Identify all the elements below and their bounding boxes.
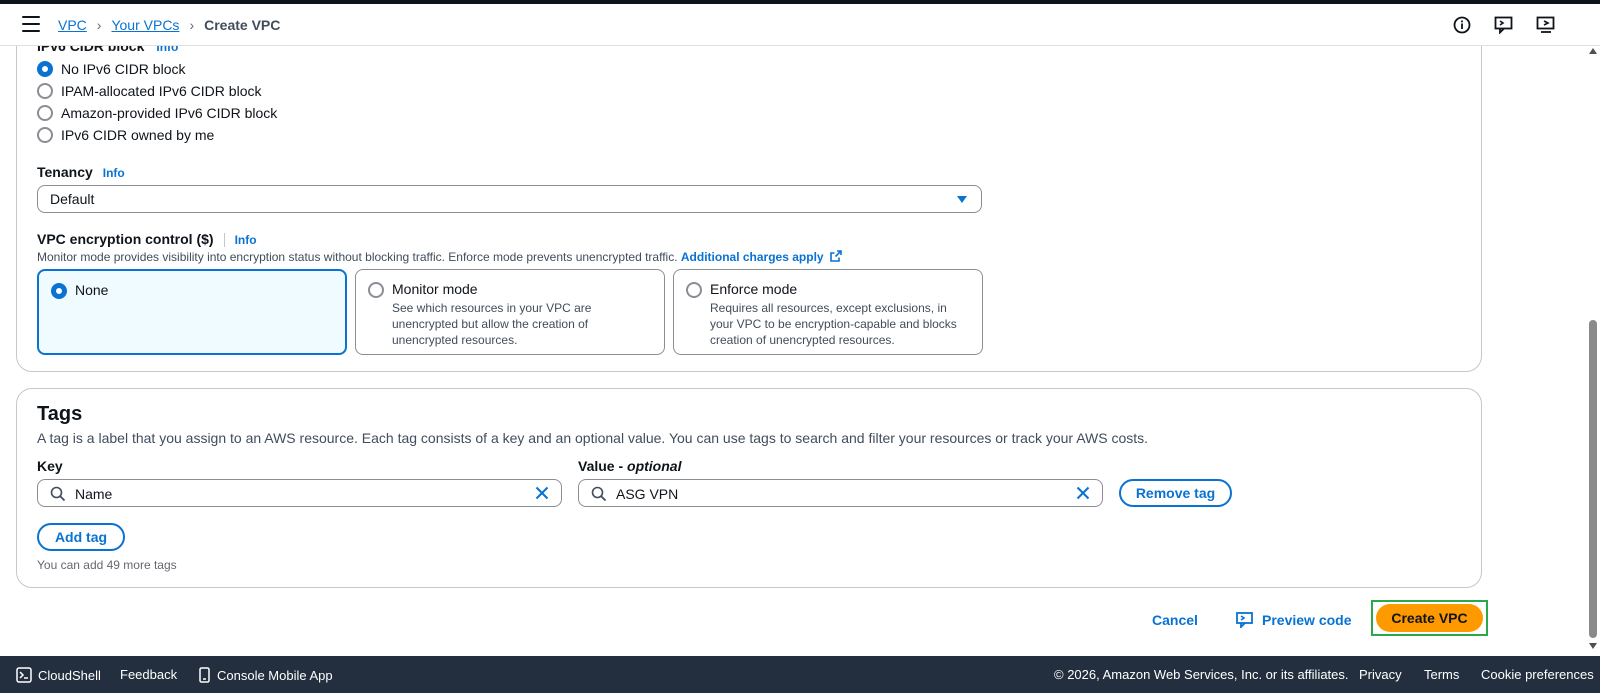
radio-unchecked[interactable] [37, 105, 53, 121]
create-vpc-button[interactable]: Create VPC [1376, 604, 1483, 632]
radio-unchecked[interactable] [368, 282, 384, 298]
chevron-right-icon: › [96, 17, 102, 33]
tenancy-label: Tenancy Info [37, 164, 125, 180]
clear-icon[interactable] [1076, 486, 1090, 500]
breadcrumb: VPC › Your VPCs › Create VPC [58, 17, 280, 33]
cancel-button[interactable]: Cancel [1152, 612, 1198, 628]
tenancy-selected-value: Default [50, 191, 95, 207]
radio-unchecked[interactable] [686, 282, 702, 298]
tile-description: See which resources in your VPC are unen… [392, 301, 592, 347]
feedback-icon[interactable] [1494, 15, 1514, 35]
tag-value-value: ASG VPN [616, 486, 679, 502]
preview-code-button[interactable]: Preview code [1236, 612, 1352, 628]
search-icon [591, 486, 607, 502]
radio-unchecked[interactable] [37, 127, 53, 143]
info-icon[interactable] [1452, 15, 1472, 35]
tags-remaining-hint: You can add 49 more tags [37, 558, 177, 572]
copyright-text: © 2026, Amazon Web Services, Inc. or its… [1054, 667, 1349, 682]
tag-key-value: Name [75, 486, 113, 502]
privacy-link[interactable]: Privacy [1359, 667, 1402, 682]
encryption-tile-none[interactable]: None [37, 269, 347, 355]
header-overlay: VPC › Your VPCs › Create VPC [0, 4, 1600, 46]
tile-title: Monitor mode [392, 281, 478, 297]
feedback-link[interactable]: Feedback [120, 667, 177, 682]
remove-tag-button[interactable]: Remove tag [1119, 479, 1232, 507]
tag-value-input[interactable]: ASG VPN [578, 479, 1103, 507]
ipv6-option-ipam[interactable]: IPAM-allocated IPv6 CIDR block [37, 83, 261, 99]
scroll-up-icon[interactable] [1589, 48, 1597, 54]
encryption-label: VPC encryption control ($) Info [37, 231, 257, 248]
radio-label: IPv6 CIDR owned by me [61, 127, 215, 143]
radio-label: No IPv6 CIDR block [61, 61, 186, 77]
radio-unchecked[interactable] [37, 83, 53, 99]
radio-label: Amazon-provided IPv6 CIDR block [61, 105, 278, 121]
external-link-icon [830, 250, 842, 262]
breadcrumb-vpc[interactable]: VPC [58, 17, 87, 33]
tags-description: A tag is a label that you assign to an A… [37, 430, 1149, 446]
encryption-info-link[interactable]: Info [235, 233, 257, 247]
encryption-tile-monitor[interactable]: Monitor mode See which resources in your… [355, 269, 665, 355]
additional-charges-link[interactable]: Additional charges apply [681, 250, 842, 264]
tile-description: Requires all resources, except exclusion… [710, 301, 957, 347]
chevron-right-icon: › [189, 17, 195, 33]
tags-heading: Tags [37, 403, 83, 425]
create-vpc-highlight: Create VPC [1371, 600, 1488, 636]
tile-title: None [75, 282, 109, 298]
encryption-tile-enforce[interactable]: Enforce mode Requires all resources, exc… [673, 269, 983, 355]
cookie-preferences-link[interactable]: Cookie preferences [1481, 667, 1594, 682]
tag-value-label: Value - optional [578, 458, 682, 474]
mobile-app-icon [199, 667, 210, 683]
radio-checked[interactable] [37, 61, 53, 77]
cloudshell-icon [16, 667, 32, 683]
divider [223, 233, 225, 248]
caret-down-icon [957, 196, 967, 203]
breadcrumb-create-vpc: Create VPC [204, 17, 281, 33]
tag-key-label: Key [37, 458, 63, 474]
ipv6-option-amazon[interactable]: Amazon-provided IPv6 CIDR block [37, 105, 277, 121]
console-mobile-app-link[interactable]: Console Mobile App [198, 667, 333, 683]
radio-checked[interactable] [51, 283, 67, 299]
add-tag-button[interactable]: Add tag [37, 523, 125, 551]
ipv6-option-owned[interactable]: IPv6 CIDR owned by me [37, 127, 214, 143]
console-footer: CloudShell Feedback Console Mobile App ©… [0, 656, 1600, 693]
cloudshell-button[interactable]: CloudShell [16, 667, 101, 683]
search-icon [50, 486, 66, 502]
scrollbar-thumb[interactable] [1589, 320, 1597, 638]
tenancy-info-link[interactable]: Info [103, 166, 125, 180]
ipv6-option-none[interactable]: No IPv6 CIDR block [37, 61, 185, 77]
terms-link[interactable]: Terms [1424, 667, 1459, 682]
tenancy-select[interactable]: Default [37, 185, 982, 213]
tile-title: Enforce mode [710, 281, 798, 297]
breadcrumb-your-vpcs[interactable]: Your VPCs [111, 17, 179, 33]
header-icon-group [1452, 15, 1556, 35]
scroll-down-icon[interactable] [1589, 643, 1597, 649]
tag-key-input[interactable]: Name [37, 479, 562, 507]
fullscreen-icon[interactable] [1536, 15, 1556, 35]
encryption-description: Monitor mode provides visibility into en… [37, 250, 842, 264]
radio-label: IPAM-allocated IPv6 CIDR block [61, 83, 262, 99]
hamburger-menu-icon[interactable] [22, 16, 40, 32]
clear-icon[interactable] [535, 486, 549, 500]
preview-code-icon [1236, 612, 1253, 628]
